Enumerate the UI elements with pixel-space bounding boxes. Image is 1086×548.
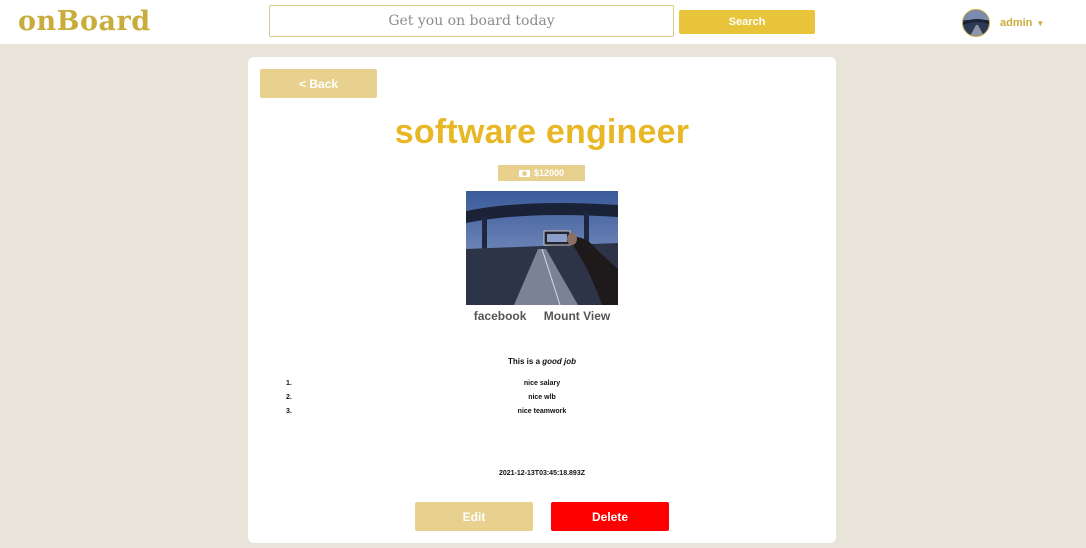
job-location: Mount View: [543, 309, 611, 323]
app-logo[interactable]: onBoard: [18, 6, 151, 37]
avatar[interactable]: [962, 9, 990, 37]
list-item: 3. nice teamwork: [248, 408, 836, 422]
list-item-text: nice wlb: [528, 394, 556, 401]
list-item-text: nice teamwork: [517, 408, 567, 415]
username-label[interactable]: admin: [1000, 17, 1032, 29]
list-item: 2. nice wlb: [248, 394, 836, 408]
money-icon: [518, 169, 530, 177]
job-image: [466, 191, 618, 305]
search-button[interactable]: Search: [679, 10, 815, 34]
company-name: facebook: [473, 309, 527, 323]
description-emphasis: good job: [542, 357, 576, 366]
perk-list: 1. nice salary 2. nice wlb 3. nice teamw…: [248, 380, 836, 422]
chevron-down-icon[interactable]: ▼: [1036, 19, 1044, 28]
back-button[interactable]: < Back: [260, 69, 377, 98]
job-description: This is a good job: [248, 357, 836, 366]
search-input[interactable]: [269, 5, 674, 37]
list-item: 1. nice salary: [248, 380, 836, 394]
job-title: software engineer: [394, 113, 690, 151]
salary-badge: $12000: [498, 165, 585, 181]
list-item-text: nice salary: [523, 380, 561, 387]
company-location: facebook Mount View: [248, 309, 836, 323]
edit-button[interactable]: Edit: [415, 502, 533, 531]
user-menu[interactable]: admin ▼: [962, 8, 1044, 38]
top-navbar: onBoard Search admin ▼: [0, 0, 1086, 44]
job-photo: [466, 191, 618, 305]
description-prefix: This is a: [508, 357, 543, 366]
posted-timestamp: 2021-12-13T03:45:18.893Z: [498, 470, 585, 477]
salary-value: $12000: [533, 168, 565, 178]
delete-button[interactable]: Delete: [551, 502, 669, 531]
avatar-photo: [963, 10, 989, 36]
job-detail-card: < Back software engineer $12000 facebook…: [248, 57, 836, 543]
